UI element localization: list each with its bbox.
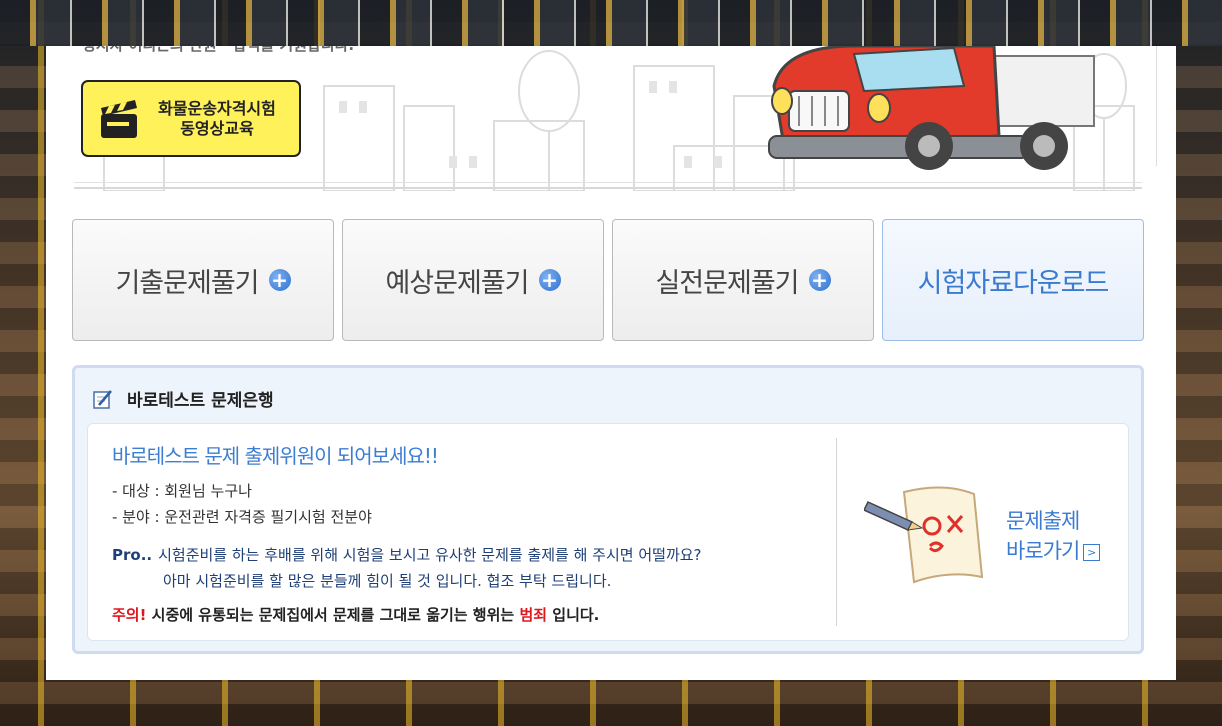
goto-line2: 바로가기 > [1006,536,1101,566]
banner-ground-line [74,187,1142,189]
content-divider [836,438,837,626]
tab-label: 실전문제풀기 [655,267,799,299]
edit-note-icon [93,389,112,409]
arrow-right-icon: > [1083,543,1101,561]
exam-paper-pencil-icon [864,486,984,584]
truck-mascot-illustration [768,46,1095,170]
tab-past-exams[interactable]: 기출문제풀기 + [72,219,334,341]
tab-expected-exams[interactable]: 예상문제풀기 + [342,219,604,341]
clapperboard-icon [101,99,137,138]
question-bank-box: 바로테스트 문제은행 바로테스트 문제 출제위원이 되어보세요!! - 대상 :… [72,365,1144,654]
background-top-strip [0,0,1222,46]
tab-label: 예상문제풀기 [385,267,529,299]
warning-text: 주의! 시중에 유통되는 문제집에서 문제를 그대로 옮기는 행위는 범죄 입니… [112,604,599,625]
plus-circle-icon: + [538,269,561,291]
banner-ground-line [74,182,1142,183]
pro-text: Pro.. 시험준비를 하는 후배를 위해 시험을 보시고 유사한 문제를 출제를… [112,544,702,565]
warning-crime-word: 범죄 [519,606,548,624]
question-bank-header: 바로테스트 문제은행 [93,386,274,411]
target-text: - 대상 : 회원님 누구나 [112,482,252,500]
question-bank-headline: 바로테스트 문제 출제위원이 되어보세요!! [112,444,439,468]
tab-label: 기출문제풀기 [115,267,259,299]
go-to-question-submit-link[interactable]: 문제출제 바로가기 > [1006,506,1101,566]
warning-text-part2: 입니다. [547,606,600,624]
pro-text-line1: 시험준비를 하는 후배를 위해 시험을 보시고 유사한 문제를 출제를 해 주시… [158,546,702,564]
warning-label: 주의! [112,606,147,624]
field-text: - 분야 : 운전관련 자격증 필기시험 전분야 [112,508,372,526]
tab-label: 시험자료다운로드 [917,267,1110,299]
plus-circle-icon: + [808,269,831,291]
goto-line1: 문제출제 [1006,509,1080,533]
goto-line2-text: 바로가기 [1006,539,1080,563]
question-bank-title: 바로테스트 문제은행 [127,391,274,411]
tab-exam-downloads[interactable]: 시험자료다운로드 [882,219,1144,341]
plus-circle-icon: + [268,269,291,291]
pro-label: Pro.. [112,546,153,564]
question-bank-content: 바로테스트 문제 출제위원이 되어보세요!! - 대상 : 회원님 누구나 - … [87,423,1129,641]
video-button-line2: 동영상교육 [180,118,254,138]
side-scroll-strip [1156,46,1177,166]
tab-practice-exams[interactable]: 실전문제풀기 + [612,219,874,341]
video-education-button[interactable]: 화물운송자격시험 동영상교육 [81,80,301,157]
warning-text-part1: 시중에 유통되는 문제집에서 문제를 그대로 옮기는 행위는 [146,606,520,624]
video-button-line1: 화물운송자격시험 [158,98,276,118]
pro-text-line2: 아마 시험준비를 할 많은 분들께 힘이 될 것 입니다. 협조 부탁 드립니다… [163,572,612,590]
